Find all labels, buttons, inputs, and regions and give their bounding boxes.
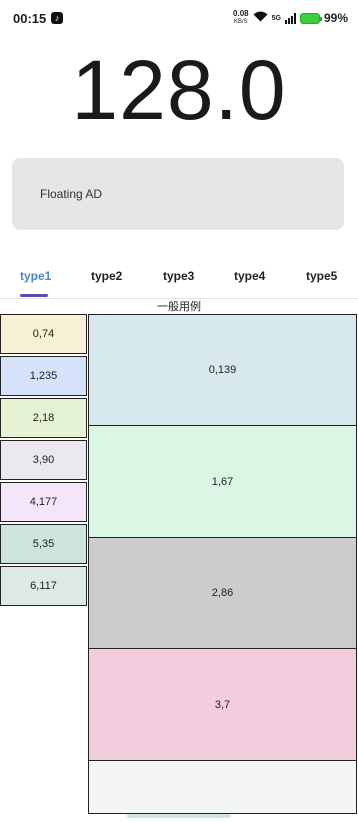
tab-indicator	[20, 294, 48, 297]
left-list-item[interactable]: 6,117	[0, 566, 87, 606]
tiktok-notification-icon: ♪	[51, 12, 63, 24]
tab-type3[interactable]: type3	[163, 269, 194, 283]
battery-percent: 99%	[323, 11, 348, 25]
signal-type-label: 5G	[271, 14, 281, 22]
left-list-item[interactable]: 5,35	[0, 524, 87, 564]
cellular-signal-icon	[284, 12, 296, 24]
tab-type5[interactable]: type5	[306, 269, 337, 283]
right-list-item[interactable]: 2,86	[88, 537, 357, 649]
right-list-item[interactable]: 1,67	[88, 425, 357, 538]
section-caption: 一般用例	[157, 301, 201, 313]
tab-type1[interactable]: type1	[20, 269, 51, 283]
network-speed-value: 0.08	[233, 9, 249, 18]
right-list-item[interactable]: 3,7	[88, 648, 357, 761]
floating-ad[interactable]: Floating AD	[12, 158, 344, 230]
floating-ad-label: Floating AD	[40, 187, 103, 201]
home-indicator[interactable]	[127, 814, 231, 818]
network-speed: 0.08 KB/S	[233, 10, 249, 26]
left-list-item[interactable]: 0,74	[0, 314, 87, 354]
network-speed-unit: KB/S	[233, 19, 248, 25]
tab-type2[interactable]: type2	[91, 269, 122, 283]
tab-bar: type1 type2 type3 type4 type5	[0, 262, 358, 299]
left-list-item[interactable]: 2,18	[0, 398, 87, 438]
left-list-item[interactable]: 1,235	[0, 356, 87, 396]
battery-icon	[299, 12, 322, 24]
right-list-item[interactable]	[88, 760, 357, 814]
counter-display: 128.0	[71, 43, 287, 137]
status-time: 00:15	[13, 11, 47, 26]
status-bar: 00:15 ♪ 0.08 KB/S 5G 99%	[0, 0, 358, 38]
right-list-item[interactable]: 0,139	[88, 314, 357, 426]
wifi-icon	[253, 11, 268, 25]
left-list-item[interactable]: 4,177	[0, 482, 87, 522]
status-icons: 0.08 KB/S 5G 99%	[233, 10, 348, 26]
tab-type4[interactable]: type4	[234, 269, 265, 283]
left-list-item[interactable]: 3,90	[0, 440, 87, 480]
